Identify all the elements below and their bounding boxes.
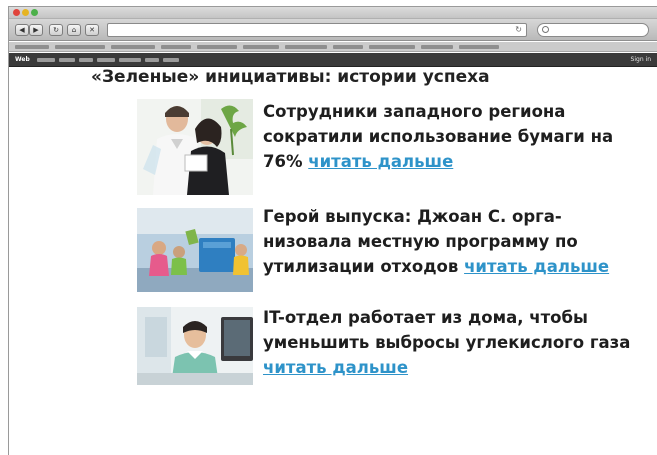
site-nav-link[interactable] [119,58,141,62]
story-description: IT-отдел работает из дома, чтобы уменьши… [263,308,631,352]
browser-window: ◀ ▶ ↻ ⌂ ✕ ↻ Web Sign in «Зеленые» инициа… [8,6,657,455]
refresh-icon[interactable]: ↻ [515,25,522,34]
page-heading: «Зеленые» инициативы: истории успеха [91,67,490,87]
read-more-link[interactable]: читать дальше [263,358,408,377]
bookmark-item[interactable] [111,45,155,49]
bookmark-item[interactable] [197,45,237,49]
bookmark-item[interactable] [243,45,279,49]
story-text: Герой выпуска: Джоан С. орга-низовала ме… [263,204,647,279]
bookmark-item[interactable] [421,45,453,49]
sign-in-link[interactable]: Sign in [631,56,651,63]
site-nav-link[interactable] [163,58,179,62]
read-more-link[interactable]: читать дальше [464,257,609,276]
stop-button[interactable]: ✕ [85,24,99,36]
site-nav-link[interactable] [145,58,159,62]
story-text: Сотрудники западного региона сократили и… [263,99,647,174]
site-nav-link[interactable] [97,58,115,62]
bookmark-item[interactable] [285,45,327,49]
read-more-link[interactable]: читать дальше [308,152,453,171]
bookmark-item[interactable] [333,45,363,49]
site-nav-link[interactable] [59,58,75,62]
recycling-kids-photo[interactable] [137,208,253,292]
browser-toolbar: ◀ ▶ ↻ ⌂ ✕ ↻ [9,19,657,41]
back-button[interactable]: ◀ [15,24,29,36]
story-text: IT-отдел работает из дома, чтобы уменьши… [263,305,647,380]
bookmark-item[interactable] [55,45,105,49]
site-nav-link[interactable] [79,58,93,62]
bookmark-item[interactable] [15,45,49,49]
close-window-button[interactable] [13,9,20,16]
site-nav-link[interactable] [37,58,55,62]
forward-button[interactable]: ▶ [29,24,43,36]
bookmark-item[interactable] [459,45,499,49]
site-logo[interactable]: Web [15,56,30,63]
maximize-window-button[interactable] [31,9,38,16]
minimize-window-button[interactable] [22,9,29,16]
address-bar[interactable]: ↻ [107,23,527,37]
bookmarks-bar [9,42,657,52]
bookmark-item[interactable] [161,45,191,49]
title-bar [9,7,657,19]
search-field[interactable] [537,23,649,37]
site-nav-bar: Web Sign in [9,53,657,67]
reload-button[interactable]: ↻ [49,24,63,36]
search-icon [542,26,549,33]
remote-worker-photo[interactable] [137,307,253,385]
bookmark-item[interactable] [369,45,415,49]
office-workers-photo[interactable] [137,99,253,195]
home-button[interactable]: ⌂ [67,24,81,36]
